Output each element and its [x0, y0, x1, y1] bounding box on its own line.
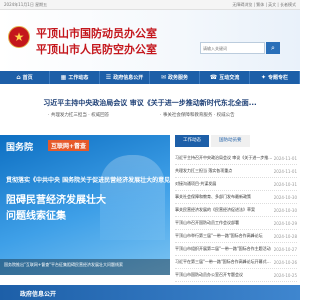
- banner-brand: 国务院: [6, 143, 34, 153]
- list-item[interactable]: 平顶山市召开国防动员工作会议部署 2024-10-29: [175, 217, 297, 230]
- list-item[interactable]: 对接沟通项目·共谋发展 2024-10-31: [175, 178, 297, 191]
- list-item[interactable]: 事关社会保障和教育、多部门发布最新政策 2024-10-30: [175, 191, 297, 204]
- feature-banner[interactable]: 国务院 互联网+督查 贯彻落实《中共中央 国务院关于促进民营经济发展壮大的意见》…: [0, 135, 170, 275]
- site-header: ★ 平顶山市国防动员办公室 平顶山市人民防空办公室 ⌕: [0, 10, 300, 70]
- headline-news[interactable]: 习近平主持中央政治局会议 审议《关于进一步推动新时代东北全面...: [0, 98, 300, 108]
- nav-special-topics[interactable]: ✦ 专题专栏: [250, 71, 300, 84]
- banner-title-line1: 阻碍民营经济发展壮大: [6, 195, 106, 206]
- list-item[interactable]: 习近平在第三届"一带一路"国际合作高峰论坛开幕式发表主旨演讲2024-10-26: [175, 256, 297, 269]
- sub-news-right[interactable]: · 事关社会保障和教育服务 · 权威公告: [160, 112, 235, 118]
- search-input[interactable]: [200, 42, 265, 54]
- main-nav: ⌂ 首页 ▦ 工作动态 ☰ 政府信息公开 ✉ 政务服务 ☎ 互动交流 ✦ 专题专栏: [0, 71, 300, 84]
- gov-info-section-label: 政府信息公开: [20, 291, 57, 298]
- nav-gov-service[interactable]: ✉ 政务服务: [150, 71, 200, 84]
- list-item[interactable]: 共理发力扛三担当 落实各项重点 2024-11-01: [175, 165, 297, 178]
- search-icon: ⌕: [271, 44, 275, 52]
- list-item[interactable]: 平顶山市国防动员办公室召开专题会议 2024-10-25: [175, 269, 297, 282]
- nav-gov-info[interactable]: ☰ 政府信息公开: [100, 71, 150, 84]
- nav-home[interactable]: ⌂ 首页: [0, 71, 50, 84]
- gov-info-section-bar[interactable]: 政府信息公开: [0, 285, 300, 300]
- site-title-line2: 平顶山市人民防空办公室: [36, 43, 157, 56]
- tab-work-news[interactable]: 工作动态: [175, 135, 209, 147]
- utility-links[interactable]: 无障碍浏览 | 繁体 | 英文 | 长者模式: [232, 2, 296, 8]
- banner-caption: 国务院推出"互联网+督查"平台征集阻碍民营经济发展壮大问题线索: [0, 259, 170, 275]
- list-item[interactable]: 事关民营经济发展的《民营经济促进法》草案 2024-10-30: [175, 204, 297, 217]
- news-tabs: 工作动态 国防动员要: [175, 135, 250, 147]
- mail-icon: ✉: [160, 74, 166, 81]
- list-item[interactable]: 习近平主持召开中央政治局会议 审议《关于进一步推动新时代东北全面振兴》2024-…: [175, 152, 297, 165]
- nav-interaction[interactable]: ☎ 互动交流: [200, 71, 250, 84]
- top-utility-bar: 2024年11月1日 星期五 无障碍浏览 | 繁体 | 英文 | 长者模式: [0, 0, 300, 10]
- current-date: 2024年11月1日 星期五: [4, 2, 48, 7]
- home-icon: ⌂: [16, 74, 21, 81]
- list-icon: ☰: [105, 74, 112, 81]
- star-icon: ✦: [260, 74, 266, 81]
- site-title-line1: 平顶山市国防动员办公室: [36, 27, 157, 40]
- news-icon: ▦: [60, 74, 67, 81]
- sub-news-left[interactable]: · 共理发力扛三担当 · 权威回答: [48, 112, 109, 118]
- banner-tag: 互联网+督查: [48, 140, 90, 151]
- nav-work-news[interactable]: ▦ 工作动态: [50, 71, 100, 84]
- phone-icon: ☎: [209, 74, 218, 81]
- banner-illustration: [100, 155, 165, 240]
- banner-subtitle: 贯彻落实《中共中央 国务院关于促进民营经济发展壮大的意见》: [6, 177, 170, 184]
- list-item[interactable]: 平顶山市举行第三届"一带一路"国际合作高峰论坛 2024-10-28: [175, 230, 297, 243]
- news-list: 习近平主持召开中央政治局会议 审议《关于进一步推动新时代东北全面振兴》2024-…: [175, 152, 297, 282]
- search-button[interactable]: ⌕: [266, 42, 280, 54]
- emblem-icon: ★: [8, 26, 30, 48]
- tab-defense-mobilization[interactable]: 国防动员要: [211, 135, 250, 147]
- banner-title-line2: 问题线索征集: [6, 211, 66, 222]
- list-item[interactable]: 平顶山市组织开展第二届"一带一路"国际合作主题活动 2024-10-27: [175, 243, 297, 256]
